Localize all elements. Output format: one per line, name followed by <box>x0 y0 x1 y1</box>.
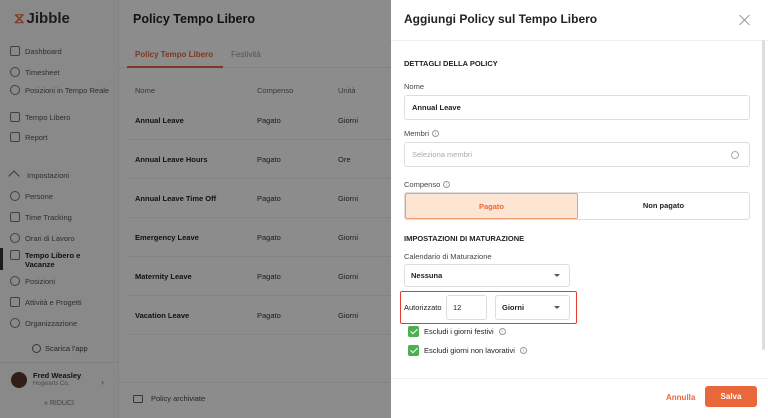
accrual-calendar-label: Calendario di Maturazione <box>404 252 492 261</box>
modal-overlay[interactable] <box>0 0 391 418</box>
compenso-option-unpaid[interactable]: Non pagato <box>578 193 749 219</box>
exclude-nonworking-option[interactable]: Escludi giorni non lavorativi i <box>408 345 527 356</box>
info-icon[interactable]: i <box>519 347 527 354</box>
panel-title: Aggiungi Policy sul Tempo Libero <box>404 12 598 26</box>
policy-details-title: DETTAGLI DELLA POLICY <box>404 59 498 68</box>
chevron-down-icon <box>554 306 560 309</box>
accrual-settings-title: IMPOSTAZIONI DI MATURAZIONE <box>404 234 525 243</box>
compenso-label: Compenso i <box>404 180 451 189</box>
info-icon[interactable]: i <box>443 181 451 188</box>
exclude-holidays-checkbox[interactable] <box>408 326 419 337</box>
save-button[interactable]: Salva <box>705 386 757 407</box>
add-policy-panel: Aggiungi Policy sul Tempo Libero DETTAGL… <box>391 0 768 418</box>
members-label: Membri i <box>404 129 440 138</box>
exclude-holidays-option[interactable]: Escludi i giorni festivi i <box>408 326 506 337</box>
accrual-calendar-select[interactable]: Nessuna <box>404 264 570 287</box>
name-field[interactable]: Annual Leave <box>404 95 750 120</box>
members-select[interactable]: Seleziona membri <box>404 142 750 167</box>
authorized-amount-field[interactable]: 12 <box>446 295 487 320</box>
info-icon[interactable]: i <box>498 328 506 335</box>
name-label: Nome <box>404 82 425 91</box>
scrollbar[interactable] <box>762 40 765 350</box>
panel-footer: Annulla Salva <box>391 378 768 418</box>
compenso-option-paid[interactable]: Pagato <box>405 193 578 219</box>
divider <box>391 40 768 41</box>
compenso-toggle: Pagato Non pagato <box>404 192 750 220</box>
authorized-label: Autorizzato <box>404 303 442 312</box>
close-icon[interactable] <box>739 14 751 26</box>
authorized-unit-select[interactable]: Giorni <box>495 295 570 320</box>
chevron-down-icon <box>554 274 560 277</box>
exclude-nonworking-checkbox[interactable] <box>408 345 419 356</box>
cancel-button[interactable]: Annulla <box>666 393 695 402</box>
info-icon[interactable]: i <box>432 130 440 137</box>
add-member-icon <box>731 151 739 159</box>
